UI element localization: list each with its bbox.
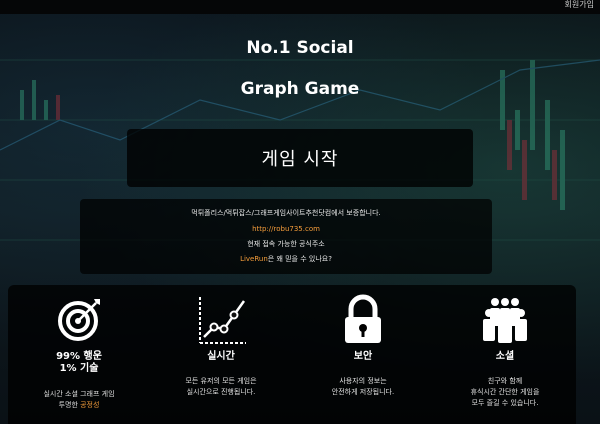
page-title-line2: Graph Game [240, 79, 360, 99]
feature-social-desc-line2: 휴식시간 간단한 게임을 [470, 388, 540, 396]
feature-realtime-desc: 모든 유저의 모든 게임은 실시간으로 진행됩니다. [150, 376, 292, 398]
fairness-highlight: 공정성 [80, 401, 100, 409]
feature-realtime-title: 실시간 [207, 351, 235, 362]
feature-social-desc-line1: 친구와 함께 [487, 377, 523, 385]
feature-luck-title: 99% 행운 1% 기술 [8, 351, 150, 375]
feature-social-title: 소셜 [495, 351, 515, 362]
official-url-link[interactable]: http://robu735.com [80, 225, 492, 234]
lock-icon [336, 293, 390, 347]
liverun-question: 은 왜 믿을 수 있나요? [267, 255, 332, 263]
feature-luck-title-line2: 1% 기술 [59, 363, 99, 374]
page-title-line1: No.1 Social [246, 38, 354, 58]
target-icon [52, 293, 106, 347]
feature-realtime-desc-line1: 모든 유저의 모든 게임은 [185, 377, 257, 385]
official-address-label: 현재 접속 가능한 공식주소 [247, 240, 325, 248]
line-graph-icon [194, 293, 248, 347]
features-panel: 99% 행운 1% 기술 실시간 소셜 그래프 게임 투명한 공정성 실시간 모… [8, 285, 576, 424]
feature-security-desc-line2: 안전하게 저장됩니다. [331, 388, 395, 396]
guarantee-text: 먹튀폴리스/먹튀잡스/그래프게임사이트추천닷컴에서 보증합니다. [191, 209, 381, 217]
desc-prefix: 투명한 [58, 401, 81, 409]
feature-realtime-desc-line2: 실시간으로 진행됩니다. [186, 388, 256, 396]
top-bar: 회원가입 [0, 0, 600, 14]
feature-security-desc: 사용자의 정보는 안전하게 저장됩니다. [292, 376, 434, 398]
feature-social-desc-line3: 모두 즐길 수 있습니다. [471, 399, 539, 407]
feature-security-desc-line1: 사용자의 정보는 [339, 377, 387, 385]
feature-luck-desc-line1: 실시간 소셜 그래프 게임 [43, 390, 115, 398]
feature-social-desc: 친구와 함께 휴식시간 간단한 게임을 모두 즐길 수 있습니다. [434, 376, 576, 409]
feature-luck-desc: 실시간 소셜 그래프 게임 투명한 공정성 [8, 389, 150, 411]
liverun-name: LiveRun [240, 255, 268, 263]
feature-luck-desc-line2: 투명한 공정성 [8, 400, 150, 411]
notice-panel: 먹튀폴리스/먹튀잡스/그래프게임사이트추천닷컴에서 보증합니다. http://… [80, 199, 492, 274]
game-start-button[interactable]: 게임 시작 [127, 129, 473, 187]
feature-security-title: 보안 [353, 351, 373, 362]
liverun-trust-link[interactable]: LiveRun은 왜 믿을 수 있나요? [80, 255, 492, 264]
people-icon [478, 293, 532, 347]
feature-luck-title-line1: 99% 행운 [56, 351, 102, 362]
signup-link[interactable]: 회원가입 [565, 0, 594, 10]
